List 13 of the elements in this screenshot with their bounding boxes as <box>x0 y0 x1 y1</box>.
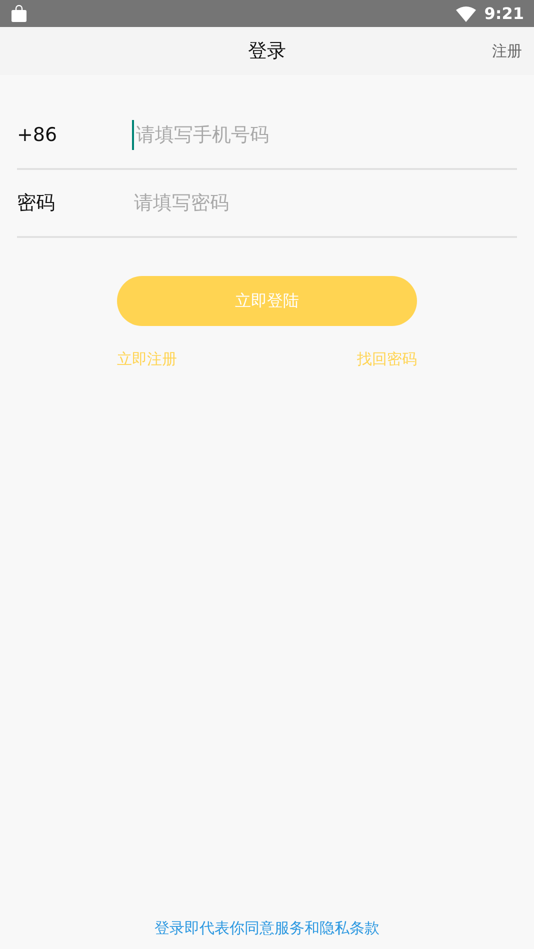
register-button[interactable]: 注册 <box>492 40 522 62</box>
link[interactable]: 找回密码 <box>357 348 417 370</box>
wifi-icon <box>456 6 476 22</box>
shopping-bag-icon <box>10 4 28 22</box>
input-field[interactable]: 请填写密码 <box>132 188 517 218</box>
link[interactable]: 立即注册 <box>117 348 177 370</box>
status-time: 9:21 <box>484 2 524 24</box>
agreement-link[interactable]: 登录即代表你同意服务和隐私条款 <box>154 916 380 939</box>
field-label: 密码 <box>17 190 56 216</box>
field-label: +86 <box>17 122 58 148</box>
input-field[interactable]: 请填写手机号码 <box>132 120 517 150</box>
login-button[interactable]: 立即登陆 <box>117 276 417 326</box>
page-title: 登录 <box>248 38 286 64</box>
